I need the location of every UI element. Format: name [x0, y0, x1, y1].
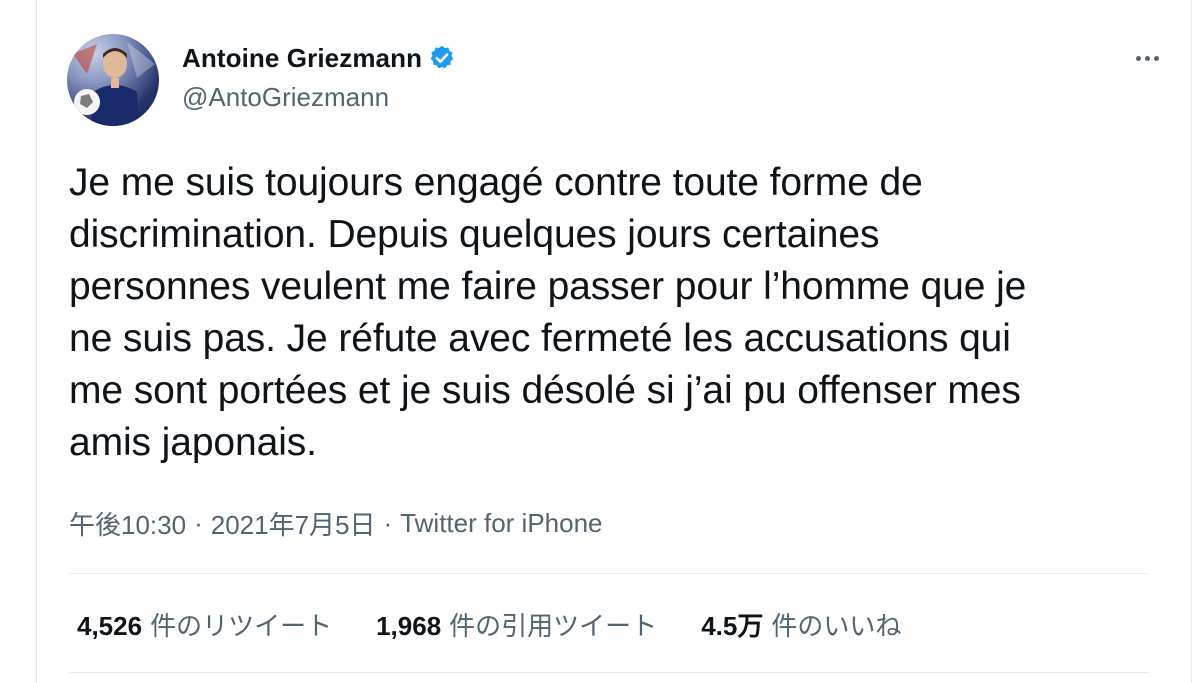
tweet-date-link[interactable]: 2021年7月5日 — [211, 505, 376, 542]
tweet-time-link[interactable]: 午後10:30 — [69, 505, 186, 542]
likes-count: 4.5万 — [701, 611, 764, 641]
user-handle[interactable]: @AntoGriezmann — [182, 82, 456, 113]
avatar-photo — [73, 42, 155, 126]
avatar[interactable] — [67, 34, 159, 126]
likes-label: 件のいいね — [771, 611, 902, 641]
likes-stat[interactable]: 4.5万 件のいいね — [701, 606, 901, 643]
meta-separator: · — [383, 508, 393, 538]
quotes-label: 件の引用ツイート — [449, 611, 658, 641]
retweets-stat[interactable]: 4,526 件のリツイート — [77, 606, 332, 643]
divider-top — [69, 573, 1149, 574]
dot-icon — [1153, 55, 1159, 61]
tweet-stats: 4,526 件のリツイート 1,968 件の引用ツイート 4.5万 件のいいね — [77, 606, 901, 643]
display-name-row: Antoine Griezmann — [182, 38, 456, 78]
display-name[interactable]: Antoine Griezmann — [182, 43, 422, 74]
dot-icon — [1144, 55, 1150, 61]
divider-bottom — [69, 672, 1149, 673]
tweet-text: Je me suis toujours engagé contre toute … — [69, 161, 1027, 464]
meta-separator: · — [194, 508, 203, 538]
tweet-header: Antoine Griezmann @AntoGriezmann — [67, 34, 1167, 130]
quotes-stat[interactable]: 1,968 件の引用ツイート — [376, 606, 657, 643]
tweet-source-link[interactable]: Twitter for iPhone — [400, 508, 602, 539]
user-names: Antoine Griezmann @AntoGriezmann — [182, 38, 456, 113]
verified-badge-icon — [428, 44, 456, 72]
more-options-icon[interactable] — [1127, 46, 1167, 70]
tweet-meta: 午後10:30 · 2021年7月5日 · Twitter for iPhone — [69, 505, 603, 542]
retweets-count: 4,526 — [77, 611, 143, 641]
tweet-card: Antoine Griezmann @AntoGriezmann Je me s… — [36, 0, 1192, 683]
retweets-label: 件のリツイート — [150, 611, 333, 641]
dot-icon — [1135, 55, 1141, 61]
quotes-count: 1,968 — [376, 611, 442, 641]
